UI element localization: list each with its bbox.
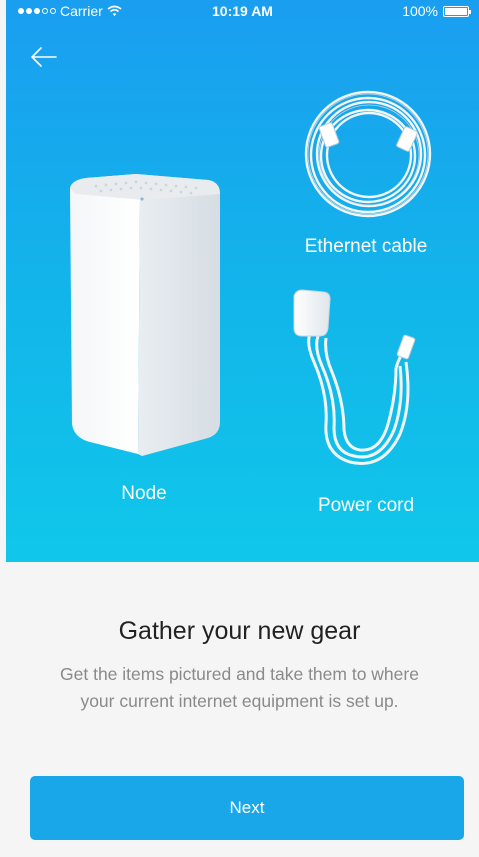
setup-screen: Carrier 10:19 AM 100% Node Ethernet cabl…: [0, 0, 479, 857]
arrow-left-icon: [31, 47, 57, 67]
back-button[interactable]: [28, 44, 60, 70]
status-right: 100%: [402, 3, 471, 19]
hero-panel: Carrier 10:19 AM 100% Node Ethernet cabl…: [6, 0, 479, 562]
page-description: Get the items pictured and take them to …: [30, 661, 449, 715]
description-line-1: Get the items pictured and take them to …: [60, 664, 419, 684]
battery-percent: 100%: [402, 3, 438, 19]
ethernet-cable-label: Ethernet cable: [304, 236, 428, 257]
power-cord-label: Power cord: [317, 495, 415, 516]
page-title: Gather your new gear: [118, 617, 361, 645]
power-cord-illustration: [293, 289, 416, 465]
next-button[interactable]: Next: [30, 776, 464, 840]
battery-icon: [443, 5, 471, 17]
node-illustration: [70, 174, 220, 456]
node-label: Node: [121, 483, 167, 504]
ethernet-cable-illustration: [304, 90, 432, 218]
status-bar: Carrier 10:19 AM 100%: [6, 0, 479, 22]
description-line-2: your current internet equipment is set u…: [80, 691, 399, 711]
